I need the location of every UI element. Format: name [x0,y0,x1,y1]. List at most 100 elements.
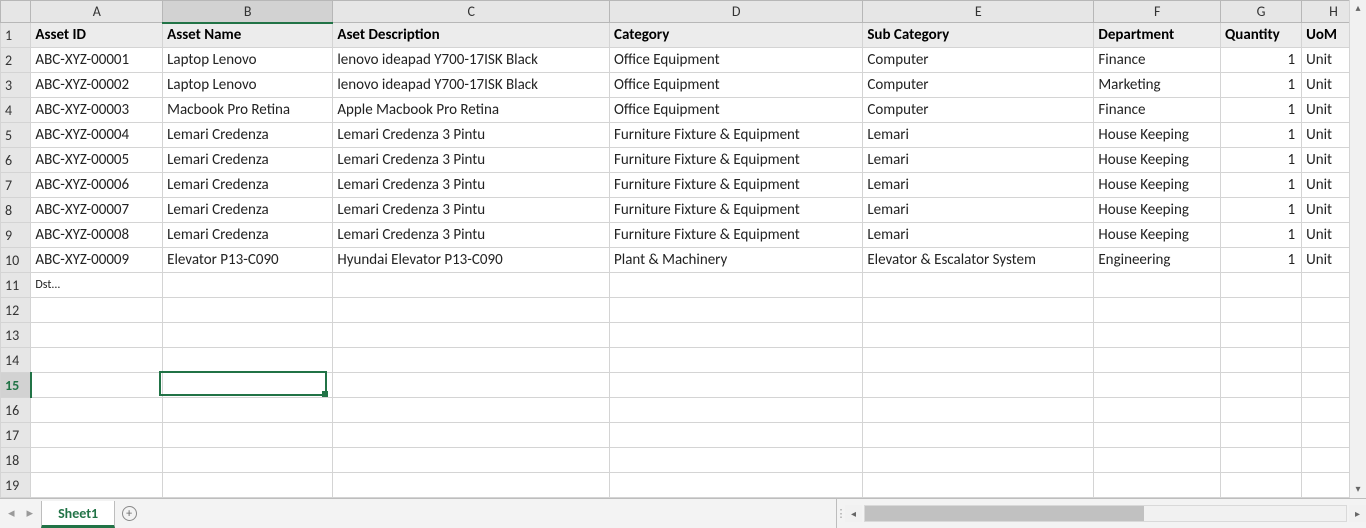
cell[interactable] [31,373,163,398]
header-cell[interactable]: Department [1094,23,1221,48]
cell[interactable] [333,348,610,373]
cell[interactable]: Lemari [863,223,1094,248]
cell[interactable]: Office Equipment [610,73,863,98]
hscroll-track[interactable] [864,505,1347,522]
hscroll-thumb[interactable] [865,506,1144,521]
cell[interactable]: Lemari [863,173,1094,198]
select-all-corner[interactable] [1,1,31,23]
col-header-E[interactable]: E [863,1,1094,23]
cell[interactable] [163,448,333,473]
cell[interactable] [163,373,333,398]
col-header-A[interactable]: A [31,1,163,23]
cell[interactable] [610,298,863,323]
cell[interactable]: Lemari Credenza 3 Pintu [333,198,610,223]
cell[interactable] [163,423,333,448]
cell[interactable] [333,273,610,298]
cell[interactable] [31,323,163,348]
cell[interactable]: Laptop Lenovo [163,73,333,98]
cell[interactable] [333,448,610,473]
cell[interactable]: Lemari Credenza [163,223,333,248]
cell[interactable] [863,373,1094,398]
cell[interactable] [333,323,610,348]
cell[interactable] [31,298,163,323]
cell[interactable] [333,298,610,323]
cell[interactable] [610,423,863,448]
cell[interactable] [863,348,1094,373]
row-header-3[interactable]: 3 [1,73,31,98]
col-header-F[interactable]: F [1094,1,1221,23]
scroll-down-button[interactable]: ▾ [1350,481,1366,498]
cell[interactable]: Lemari Credenza [163,148,333,173]
row-header-16[interactable]: 16 [1,398,31,423]
cell[interactable]: Lemari Credenza 3 Pintu [333,223,610,248]
cell[interactable] [333,423,610,448]
col-header-G[interactable]: G [1221,1,1302,23]
col-header-B[interactable]: B [163,1,333,23]
cell[interactable] [1221,473,1302,498]
cell[interactable]: House Keeping [1094,198,1221,223]
cell[interactable]: 1 [1221,48,1302,73]
row-header-11[interactable]: 11 [1,273,31,298]
cell[interactable]: lenovo ideapad Y700-17ISK Black [333,48,610,73]
cell[interactable] [863,398,1094,423]
cell[interactable]: Computer [863,73,1094,98]
cell[interactable]: Lemari Credenza 3 Pintu [333,123,610,148]
row-header-18[interactable]: 18 [1,448,31,473]
cell[interactable] [1094,323,1221,348]
cell[interactable]: Dst... [31,273,163,298]
cell[interactable]: 1 [1221,223,1302,248]
cell[interactable] [1094,448,1221,473]
cell[interactable] [31,398,163,423]
cell[interactable]: Elevator & Escalator System [863,248,1094,273]
sheet-tab-active[interactable]: Sheet1 [41,501,115,528]
cell[interactable]: Elevator P13-C090 [163,248,333,273]
cell[interactable]: Office Equipment [610,98,863,123]
cell[interactable] [610,398,863,423]
tab-next-icon[interactable]: ▸ [27,506,34,521]
cell[interactable]: Lemari [863,123,1094,148]
cell[interactable]: Lemari Credenza [163,123,333,148]
row-header-7[interactable]: 7 [1,173,31,198]
cell[interactable] [610,348,863,373]
cell[interactable]: 1 [1221,73,1302,98]
cell[interactable]: Finance [1094,98,1221,123]
cell[interactable] [1221,373,1302,398]
row-header-17[interactable]: 17 [1,423,31,448]
cell[interactable] [163,473,333,498]
row-header-19[interactable]: 19 [1,473,31,498]
spreadsheet-grid[interactable]: ABCDEFGH1Asset IDAsset NameAset Descript… [0,0,1366,498]
vertical-scrollbar[interactable]: ▴ ▾ [1349,0,1366,498]
cell[interactable]: ABC-XYZ-00003 [31,98,163,123]
cell[interactable] [163,398,333,423]
cell[interactable] [1094,348,1221,373]
cell[interactable] [863,273,1094,298]
cell[interactable] [610,448,863,473]
cell[interactable] [863,323,1094,348]
row-header-2[interactable]: 2 [1,48,31,73]
splitter-handle[interactable]: ⋮ [837,499,845,528]
cell[interactable] [163,348,333,373]
cell[interactable]: ABC-XYZ-00006 [31,173,163,198]
cell[interactable] [1094,273,1221,298]
add-sheet-button[interactable]: + [115,499,143,528]
cell[interactable] [1094,473,1221,498]
cell[interactable] [333,373,610,398]
cell[interactable] [163,298,333,323]
cell[interactable]: House Keeping [1094,223,1221,248]
cell[interactable] [31,448,163,473]
row-header-9[interactable]: 9 [1,223,31,248]
cell[interactable]: Lemari Credenza [163,198,333,223]
cell[interactable]: Furniture Fixture & Equipment [610,173,863,198]
cell[interactable] [1221,298,1302,323]
cell[interactable]: 1 [1221,198,1302,223]
row-header-8[interactable]: 8 [1,198,31,223]
cell[interactable]: Furniture Fixture & Equipment [610,148,863,173]
cell[interactable] [333,398,610,423]
cell[interactable]: Furniture Fixture & Equipment [610,223,863,248]
header-cell[interactable]: Sub Category [863,23,1094,48]
cell[interactable]: Lemari [863,198,1094,223]
cell[interactable]: House Keeping [1094,123,1221,148]
cell[interactable]: ABC-XYZ-00001 [31,48,163,73]
cell[interactable]: ABC-XYZ-00009 [31,248,163,273]
cell[interactable]: 1 [1221,173,1302,198]
